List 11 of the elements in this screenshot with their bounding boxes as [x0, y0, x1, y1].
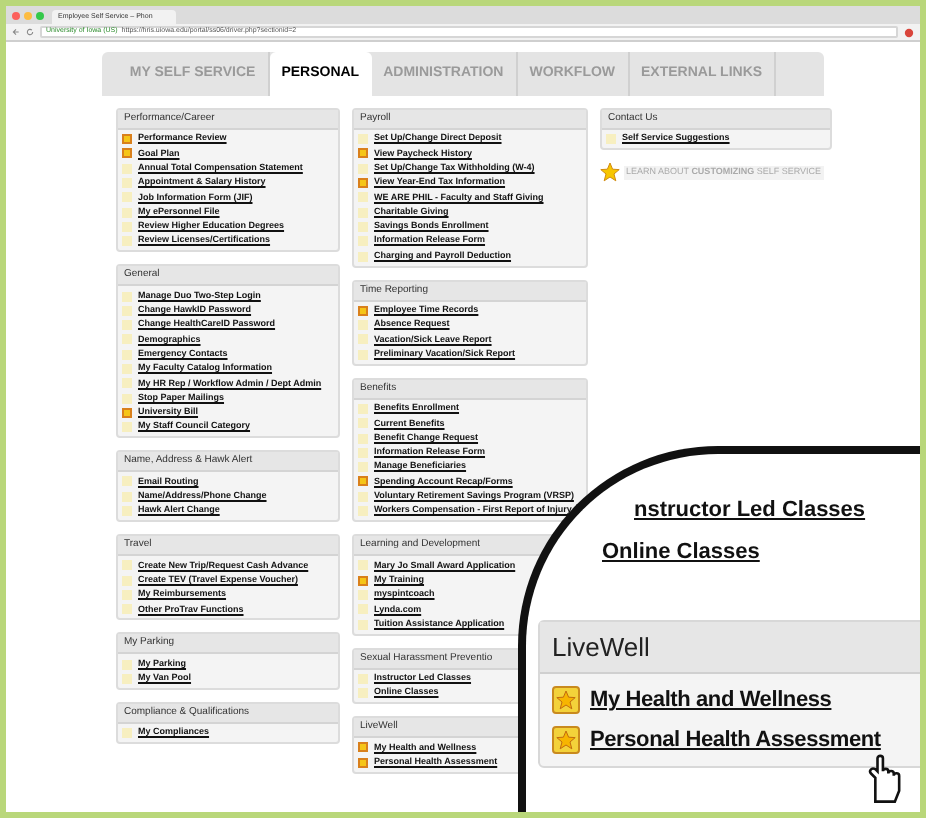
link[interactable]: Online Classes — [602, 535, 760, 568]
link[interactable]: Personal Health Assessment — [590, 723, 881, 756]
reload-icon[interactable] — [26, 28, 34, 36]
star-icon — [600, 162, 620, 183]
zoom-window-icon[interactable] — [36, 11, 44, 19]
close-window-icon[interactable] — [12, 11, 20, 19]
back-icon[interactable] — [12, 28, 20, 36]
link[interactable]: My Health and Wellness — [590, 684, 832, 717]
extension-icon[interactable] — [904, 27, 914, 37]
link[interactable]: nstructor Led Classes — [634, 494, 866, 527]
section-title: LiveWell — [552, 629, 650, 666]
